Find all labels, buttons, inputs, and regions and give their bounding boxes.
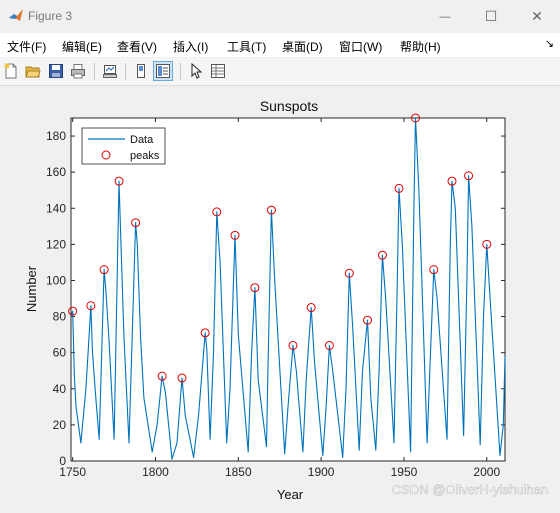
show-plot-tools-icon[interactable] <box>153 61 173 81</box>
legend[interactable]: Data peaks <box>81 127 166 165</box>
dock-arrow-icon[interactable]: ↘ <box>545 37 554 50</box>
y-tick-label: 100 <box>46 273 66 287</box>
sunspots-chart[interactable]: Sunspots 1750 1800 1850 1900 1950 20000204060… <box>0 86 560 508</box>
menu-desktop[interactable]: 桌面(D) <box>282 38 323 55</box>
y-tick-label: 40 <box>53 382 67 396</box>
hide-plot-tools-icon[interactable] <box>131 61 151 81</box>
print-icon[interactable] <box>68 61 88 81</box>
legend-label-data: Data <box>130 134 154 146</box>
matlab-icon <box>8 8 24 24</box>
open-file-icon[interactable] <box>23 61 43 81</box>
window-title: Figure 3 <box>28 9 73 23</box>
y-tick-label: 20 <box>53 418 67 432</box>
toolbar-separator <box>94 63 95 80</box>
y-tick-label: 120 <box>46 237 66 251</box>
figure-area: Sunspots 1750 1800 1850 1900 1950 2000 0 20 40 60… <box>0 86 560 508</box>
menu-view[interactable]: 查看(V) <box>117 38 157 55</box>
menu-tools[interactable]: 工具(T) <box>227 38 266 55</box>
menu-help[interactable]: 帮助(H) <box>400 38 441 55</box>
legend-label-peaks: peaks <box>130 150 160 162</box>
y-axis-label: Number <box>24 265 39 312</box>
close-icon: ✕ <box>531 8 543 24</box>
y-tick-label: 140 <box>46 201 66 215</box>
title-bar: Figure 3 — ☐ ✕ <box>0 0 560 33</box>
x-tick-label: 1950 <box>391 465 418 479</box>
menu-window[interactable]: 窗口(W) <box>339 38 382 55</box>
maximize-button[interactable]: ☐ <box>468 0 514 33</box>
x-tick-label: 1900 <box>308 465 335 479</box>
y-tick-label: 60 <box>53 346 67 360</box>
open-property-inspector-icon[interactable] <box>208 61 228 81</box>
watermark: CSDN @OliverH-yishuihan <box>392 482 548 497</box>
close-button[interactable]: ✕ <box>514 0 560 33</box>
new-figure-icon[interactable] <box>1 61 21 81</box>
menu-insert[interactable]: 插入(I) <box>173 38 208 55</box>
menu-file[interactable]: 文件(F) <box>7 38 46 55</box>
minimize-icon: — <box>439 10 451 23</box>
edit-plot-arrow-icon[interactable] <box>186 61 206 81</box>
link-plot-icon[interactable] <box>100 61 120 81</box>
y-tick-label: 80 <box>53 310 67 324</box>
maximize-icon: ☐ <box>484 8 498 24</box>
y-tick-label: 0 <box>59 454 66 468</box>
y-tick-label: 180 <box>46 129 66 143</box>
save-icon[interactable] <box>46 61 66 81</box>
menu-edit[interactable]: 编辑(E) <box>62 38 102 55</box>
y-tick-label: 160 <box>46 165 66 179</box>
x-tick-label: 1800 <box>142 465 169 479</box>
x-tick-label: 1850 <box>225 465 252 479</box>
chart-title: Sunspots <box>260 98 318 114</box>
x-tick-label: 2000 <box>473 465 500 479</box>
menu-bar: 文件(F) 编辑(E) 查看(V) 插入(I) 工具(T) 桌面(D) 窗口(W… <box>0 33 560 57</box>
toolbar-separator <box>125 63 126 80</box>
toolbar-separator <box>180 63 181 80</box>
x-axis-label: Year <box>277 487 304 502</box>
toolbar <box>0 58 560 86</box>
minimize-button[interactable]: — <box>422 0 468 33</box>
